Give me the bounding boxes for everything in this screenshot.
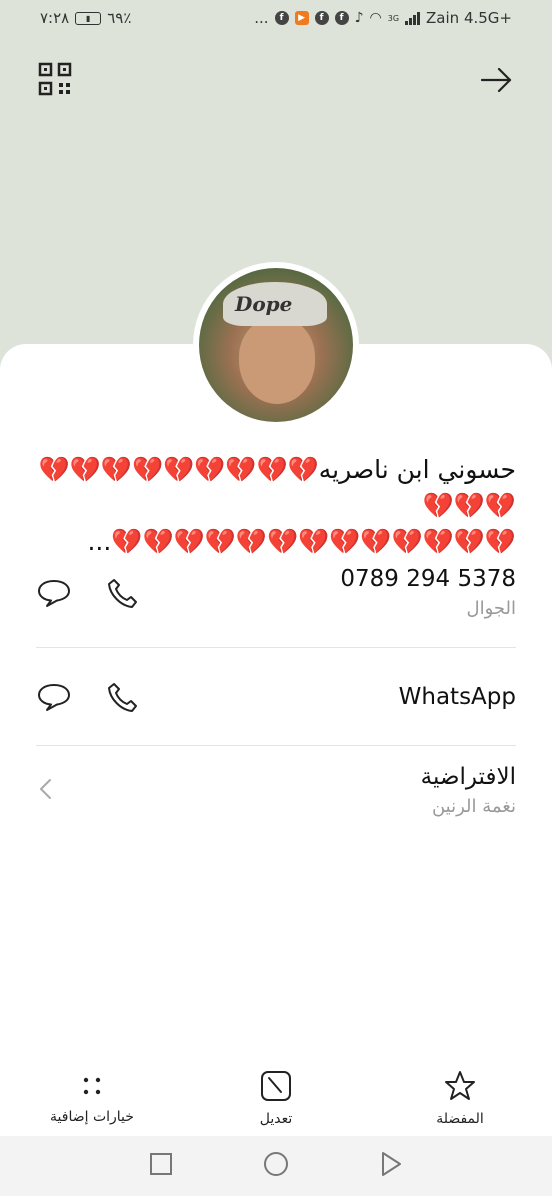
phone-number: 0789 294 5378 xyxy=(340,566,516,592)
edit-label: تعديل xyxy=(259,1111,293,1127)
status-left: ٧:٢٨ ▮ ٦٩٪ xyxy=(40,9,131,27)
signal-icon xyxy=(405,11,421,25)
bottom-action-bar: خيارات إضافية تعديل المفضلة xyxy=(0,1060,552,1136)
ringtone-label: نغمة الرنين xyxy=(431,796,516,817)
more-dots-icon xyxy=(83,1077,101,1095)
wifi-icon: ◠ xyxy=(369,10,382,26)
forward-arrow-icon[interactable] xyxy=(478,62,514,98)
status-right: ... f ▶ f f ♪ ◠ 3G Zain 4.5G+ xyxy=(254,9,512,27)
phone-icon[interactable] xyxy=(106,680,140,714)
status-time: ٧:٢٨ xyxy=(40,9,70,27)
more-options-label: خيارات إضافية xyxy=(50,1109,134,1125)
edit-icon xyxy=(261,1071,291,1101)
whatsapp-label: WhatsApp xyxy=(398,684,516,710)
status-bar: ٧:٢٨ ▮ ٦٩٪ ... f ▶ f f ♪ ◠ 3G Zain 4.5G+ xyxy=(0,0,552,36)
whatsapp-row[interactable]: WhatsApp xyxy=(36,680,516,714)
tiktok-icon: ♪ xyxy=(354,10,364,26)
player-icon: ▶ xyxy=(294,11,309,25)
whatsapp-row-text: WhatsApp xyxy=(399,684,516,710)
star-icon xyxy=(445,1071,475,1100)
carrier-name: Zain 4.5G+ xyxy=(426,9,512,27)
more-options-button[interactable]: خيارات إضافية xyxy=(17,1071,167,1125)
avatar-cap-text: Dope xyxy=(235,292,293,316)
battery-percent: ٦٩٪ xyxy=(107,9,132,27)
chevron-left-icon xyxy=(36,775,56,807)
phone-row-actions xyxy=(36,576,140,610)
phone-type: الجوال xyxy=(466,598,516,619)
avatar-face xyxy=(239,318,315,404)
contact-name-line2: 💔💔💔💔💔💔💔💔💔💔💔💔💔... xyxy=(87,527,516,556)
divider xyxy=(36,745,516,746)
facebook-icon: f xyxy=(274,11,289,25)
message-icon[interactable] xyxy=(36,577,72,609)
avatar-photo: Dope xyxy=(199,268,353,422)
contact-name: حسوني ابن ناصريه💔💔💔💔💔💔💔💔💔💔💔💔 💔💔💔💔💔💔💔💔💔💔💔… xyxy=(36,452,516,560)
favorite-label: المفضلة xyxy=(436,1111,484,1127)
whatsapp-row-actions xyxy=(36,680,140,714)
facebook-icon: f xyxy=(314,11,329,25)
ringtone-value: الافتراضية xyxy=(420,764,516,790)
phone-row[interactable]: 0789 294 5378 الجوال xyxy=(36,566,516,619)
ringtone-row[interactable]: الافتراضية نغمة الرنين xyxy=(36,764,516,817)
edit-button[interactable]: تعديل xyxy=(201,1069,351,1127)
message-icon[interactable] xyxy=(36,681,72,713)
system-nav-bar xyxy=(0,1136,552,1196)
qr-code-icon[interactable] xyxy=(38,62,72,96)
contact-name-line1: حسوني ابن ناصريه💔💔💔💔💔💔💔💔💔💔💔💔 xyxy=(38,455,516,520)
battery-icon: ▮ xyxy=(75,11,102,25)
more-notifications: ... xyxy=(254,9,269,27)
divider xyxy=(36,647,516,648)
home-icon[interactable] xyxy=(263,1151,289,1181)
favorite-button[interactable]: المفضلة xyxy=(385,1069,535,1127)
network-badge: 3G xyxy=(387,13,400,23)
facebook-icon: f xyxy=(334,11,349,25)
phone-row-text: 0789 294 5378 الجوال xyxy=(340,566,516,619)
back-icon[interactable] xyxy=(379,1151,403,1181)
ringtone-row-text: الافتراضية نغمة الرنين xyxy=(421,764,516,817)
phone-icon[interactable] xyxy=(106,576,140,610)
contact-avatar[interactable]: Dope xyxy=(193,262,359,428)
recent-apps-icon[interactable] xyxy=(149,1152,173,1180)
